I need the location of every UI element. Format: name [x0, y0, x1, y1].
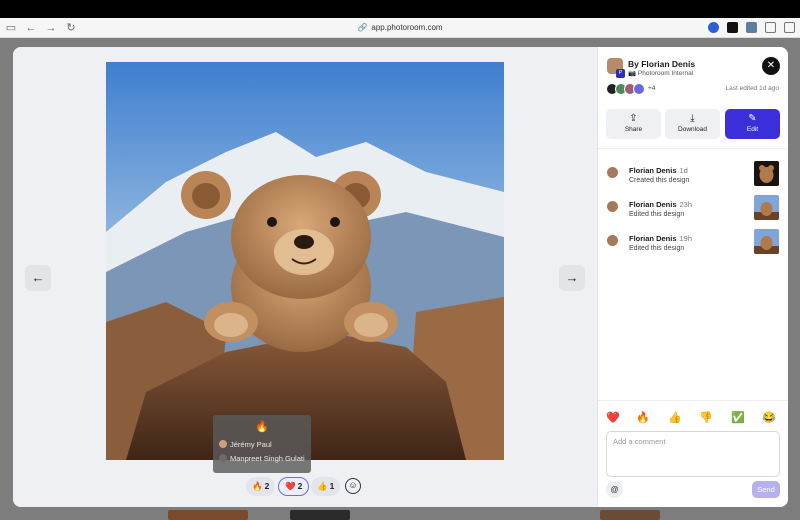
add-reaction-icon[interactable]: ☺	[345, 478, 361, 494]
quick-reaction-laugh[interactable]: 😂	[762, 411, 776, 425]
arrow-right-icon: →	[565, 270, 579, 285]
extension-1-icon[interactable]	[708, 22, 719, 33]
quick-reaction-thumbs-down[interactable]: 👎	[699, 411, 713, 425]
last-edited: Last edited 1d ago	[725, 85, 780, 92]
previous-image-button[interactable]: ←	[25, 265, 51, 291]
mention-button[interactable]: @	[606, 481, 623, 498]
next-image-button[interactable]: →	[559, 265, 585, 291]
divider	[598, 148, 788, 149]
avatar	[633, 83, 645, 95]
share-icon: ⇪	[629, 113, 638, 124]
comment-input[interactable]: Add a comment	[606, 431, 780, 477]
quick-reaction-check[interactable]: ✅	[731, 411, 745, 425]
avatar	[607, 201, 618, 212]
design-image	[106, 62, 504, 460]
quick-reaction-thumbs-up[interactable]: 👍	[668, 411, 682, 425]
version-thumbnail[interactable]	[754, 161, 779, 186]
arrow-left-icon: ←	[31, 270, 45, 285]
link-icon: 🔗	[357, 23, 368, 32]
quick-reaction-fire[interactable]: 🔥	[636, 411, 650, 425]
address-text: app.photoroom.com	[371, 23, 443, 32]
download-icon: ⤓	[690, 113, 695, 124]
tooltip-emoji: 🔥	[255, 421, 269, 433]
author-name: By Florian Denis	[628, 59, 696, 69]
extension-2-icon[interactable]	[727, 22, 738, 33]
download-button[interactable]: ⤓ Download	[665, 109, 720, 139]
design-modal: ← → 🔥 Jérémy Paul Manpreet Singh Gulati …	[13, 47, 788, 507]
extension-3-icon[interactable]	[746, 22, 757, 33]
background-thumbnail	[600, 510, 660, 520]
tabs-overview-icon[interactable]	[784, 22, 795, 33]
share-button[interactable]: ⇪ Share	[606, 109, 661, 139]
edit-button[interactable]: ✎ Edit	[725, 109, 780, 139]
background-thumbnail	[168, 510, 248, 520]
more-viewers-count: +4	[648, 85, 656, 92]
reaction-tooltip: 🔥 Jérémy Paul Manpreet Singh Gulati	[213, 415, 311, 473]
send-button[interactable]: Send	[752, 481, 780, 498]
details-sidebar: P By Florian Denis 📷 Photoroom Internal …	[597, 47, 788, 507]
quick-reaction-heart[interactable]: ❤️	[606, 411, 620, 425]
reaction-fire-pill[interactable]: 🔥 2	[246, 477, 276, 496]
avatar	[607, 235, 618, 246]
tooltip-user: Jérémy Paul	[219, 440, 272, 450]
pencil-icon: ✎	[748, 113, 757, 124]
team-badge-icon: P	[616, 69, 625, 78]
avatar	[607, 167, 618, 178]
browser-toolbar: ▭ ← → ↻ 🔗 app.photoroom.com	[0, 18, 800, 38]
avatar	[219, 440, 227, 448]
close-button[interactable]: ✕	[762, 57, 780, 75]
activity-item: Florian Denis 1d Created this design	[598, 161, 788, 190]
version-thumbnail[interactable]	[754, 195, 779, 220]
reaction-thumbs-up-pill[interactable]: 👍 1	[311, 477, 341, 496]
reader-icon[interactable]	[765, 22, 776, 33]
avatar	[219, 454, 227, 462]
team-name: 📷 Photoroom Internal	[628, 70, 694, 77]
os-top-bar	[0, 0, 800, 18]
quick-reactions: ❤️ 🔥 👍 👎 ✅ 😂	[606, 411, 782, 425]
activity-item: Florian Denis 19h Edited this design	[598, 229, 788, 258]
address-bar[interactable]: 🔗 app.photoroom.com	[0, 21, 800, 35]
activity-item: Florian Denis 23h Edited this design	[598, 195, 788, 224]
reaction-heart-pill[interactable]: ❤️ 2	[278, 477, 310, 496]
version-thumbnail[interactable]	[754, 229, 779, 254]
image-viewer: ← → 🔥 Jérémy Paul Manpreet Singh Gulati …	[13, 47, 597, 507]
tooltip-user: Manpreet Singh Gulati	[219, 454, 305, 464]
divider	[598, 400, 788, 401]
close-icon: ✕	[766, 60, 776, 71]
background-thumbnail	[290, 510, 350, 520]
